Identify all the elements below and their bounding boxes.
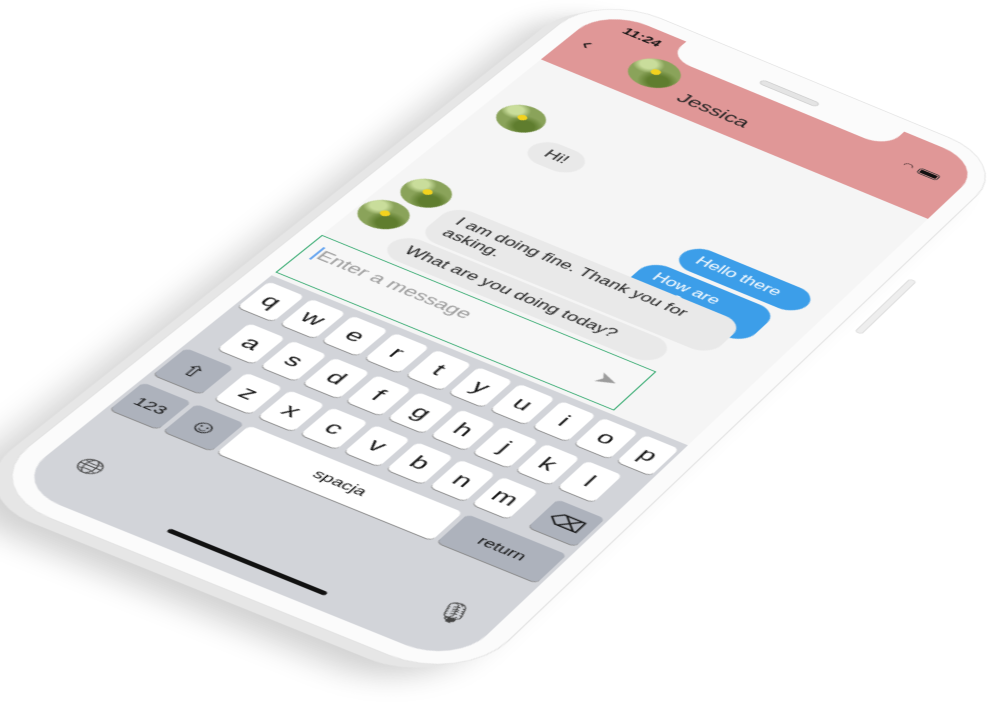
battery-icon	[915, 167, 942, 181]
globe-icon[interactable]: 🌐︎	[64, 452, 115, 483]
power-button	[854, 278, 917, 335]
microphone-icon[interactable]: 🎙︎	[425, 596, 482, 631]
status-icons: ◠	[900, 160, 943, 181]
phone-mockup: 11:24 ‹ Jessica ◠ Hi! Hello there How ar…	[0, 0, 1003, 690]
message-avatar	[486, 99, 556, 139]
chevron-left-icon[interactable]: ‹	[575, 36, 599, 53]
chat-header: 11:24 ‹ Jessica ◠	[540, 8, 986, 219]
contact-name: Jessica	[671, 90, 755, 131]
status-time: 11:24	[619, 25, 665, 49]
wifi-icon: ◠	[899, 160, 917, 172]
message-bubble-incoming: Hi!	[519, 137, 593, 178]
